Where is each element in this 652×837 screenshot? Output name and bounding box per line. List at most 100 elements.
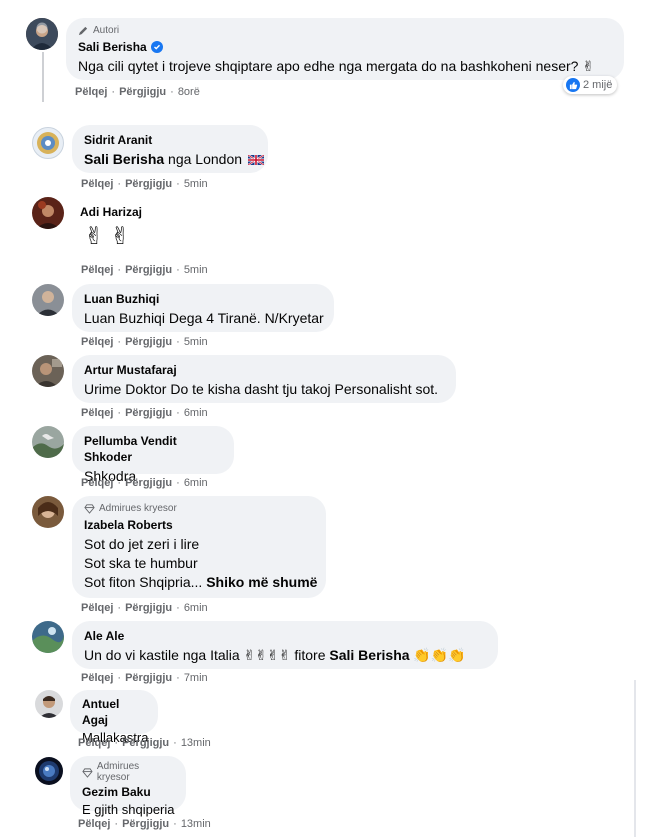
comment-text: Nga cili qytet i trojeve shqiptare apo e… (78, 58, 579, 74)
comment-text: Un do vi kastile nga Italia (84, 647, 240, 663)
avatar[interactable] (32, 426, 64, 458)
verified-icon (150, 41, 163, 53)
comment-text: nga London (164, 151, 243, 167)
like-button[interactable]: Pëlqej (81, 407, 113, 419)
comment-actions: Pëlqej · Përgjigju · 8orë (75, 86, 200, 98)
author-name[interactable]: Antuel Agaj (82, 696, 146, 728)
avatar[interactable] (32, 127, 64, 159)
comment-line: Sot do jet zeri i lire (84, 536, 200, 552)
timestamp[interactable]: 5min (184, 178, 208, 190)
author-name[interactable]: Sali Berisha (78, 39, 147, 55)
avatar[interactable] (35, 690, 63, 718)
timestamp[interactable]: 7min (184, 672, 208, 684)
clapping-hands-icon: 👏 (430, 647, 449, 663)
comment-actions: Pëlqej · Përgjigju · 5min (81, 178, 208, 190)
timestamp[interactable]: 5min (184, 336, 208, 348)
like-button[interactable]: Pëlqej (81, 672, 113, 684)
see-more-link[interactable]: Shiko më shumë (206, 574, 317, 590)
comment-text: Urime Doktor Do te kisha dasht tju takoj… (84, 381, 439, 397)
mention[interactable]: Sali Berisha (329, 647, 409, 663)
like-button[interactable]: Pëlqej (81, 477, 113, 489)
comment-bubble: Artur Mustafaraj Urime Doktor Do te kish… (72, 355, 456, 403)
timestamp[interactable]: 6min (184, 477, 208, 489)
comment-line: Sot ska te humbur (84, 555, 198, 571)
like-icon (566, 78, 580, 92)
thread-line (42, 52, 44, 102)
comment-bubble: Autori Sali Berisha Nga cili qytet i tro… (66, 18, 624, 80)
author-name[interactable]: Artur Mustafaraj (84, 362, 444, 378)
timestamp[interactable]: 6min (184, 407, 208, 419)
like-button[interactable]: Pëlqej (81, 178, 113, 190)
reply-button[interactable]: Përgjigju (125, 602, 172, 614)
author-name[interactable]: Gezim Baku (82, 784, 174, 800)
victory-hand-icon: ✌ (278, 647, 291, 663)
reply-button[interactable]: Përgjigju (125, 264, 172, 276)
avatar[interactable] (32, 355, 64, 387)
clapping-hands-icon: 👏 (448, 647, 466, 663)
comment-text: E gjith shqiperia (82, 802, 175, 817)
timestamp[interactable]: 13min (181, 818, 211, 830)
reply-button[interactable]: Përgjigju (125, 336, 172, 348)
victory-hand-icon: ✌ (243, 647, 256, 663)
reaction-count[interactable]: 2 mijë (563, 76, 618, 94)
reply-button[interactable]: Përgjigju (125, 407, 172, 419)
victory-hand-icon: ✌ (582, 58, 595, 74)
like-button[interactable]: Pëlqej (78, 818, 110, 830)
timestamp[interactable]: 13min (181, 737, 211, 749)
avatar[interactable] (32, 197, 64, 229)
comment-text: fitore (294, 647, 326, 663)
timestamp[interactable]: 8orë (178, 86, 200, 98)
like-button[interactable]: Pëlqej (81, 264, 113, 276)
comment-bubble: Sidrit Aranit Sali Berisha nga London (72, 125, 268, 173)
comment-bubble: Admirues kryesor Gezim Baku E gjith shqi… (70, 756, 186, 817)
uk-flag-icon (247, 155, 264, 166)
victory-hand-icon: ✌ (267, 647, 279, 663)
comment-actions: Pëlqej · Përgjigju · 5min (81, 264, 208, 276)
author-name[interactable]: Izabela Roberts (84, 517, 314, 533)
top-fan-badge: Admirues kryesor (84, 503, 314, 514)
victory-hand-icon: ✌ (84, 223, 105, 250)
comment-text: Luan Buzhiqi Dega 4 Tiranë. N/Kryetar (84, 310, 324, 326)
like-button[interactable]: Pëlqej (78, 737, 110, 749)
like-button[interactable]: Pëlqej (75, 86, 107, 98)
comment-actions: Pëlqej · Përgjigju · 6min (81, 477, 208, 489)
comment-bubble: Ale Ale Un do vi kastile nga Italia ✌✌✌✌… (72, 621, 498, 669)
like-button[interactable]: Pëlqej (81, 602, 113, 614)
author-badge: Autori (78, 25, 612, 36)
timestamp[interactable]: 6min (184, 602, 208, 614)
author-name[interactable]: Adi Harizaj (80, 204, 142, 220)
comment-actions: Pëlqej · Përgjigju · 6min (81, 407, 208, 419)
scroll-track (634, 680, 636, 837)
avatar[interactable] (32, 284, 64, 316)
comment-line: Sot fiton Shqipria... (84, 574, 203, 590)
author-name[interactable]: Pellumba Vendit Shkoder (84, 433, 222, 465)
avatar[interactable] (32, 496, 64, 528)
reply-button[interactable]: Përgjigju (122, 737, 169, 749)
avatar[interactable] (26, 18, 58, 50)
comment-actions: Pëlqej · Përgjigju · 13min (78, 737, 211, 749)
reply-button[interactable]: Përgjigju (125, 477, 172, 489)
reply-button[interactable]: Përgjigju (122, 818, 169, 830)
victory-hand-icon: ✌ (255, 647, 267, 663)
emoji-content: ✌ ✌ (84, 222, 130, 251)
author-name[interactable]: Sidrit Aranit (84, 132, 256, 148)
reply-button[interactable]: Përgjigju (125, 672, 172, 684)
comment-actions: Pëlqej · Përgjigju · 5min (81, 336, 208, 348)
clapping-hands-icon: 👏 (413, 647, 431, 663)
comment-actions: Pëlqej · Përgjigju · 7min (81, 672, 208, 684)
timestamp[interactable]: 5min (184, 264, 208, 276)
comment-actions: Pëlqej · Përgjigju · 13min (78, 818, 211, 830)
comment-bubble: Pellumba Vendit Shkoder Shkodra (72, 426, 234, 484)
author-name[interactable]: Ale Ale (84, 628, 486, 644)
avatar[interactable] (32, 621, 64, 653)
like-button[interactable]: Pëlqej (81, 336, 113, 348)
author-name[interactable]: Luan Buzhiqi (84, 291, 322, 307)
avatar[interactable] (35, 757, 63, 785)
victory-hand-icon: ✌ (110, 223, 131, 250)
reply-button[interactable]: Përgjigju (119, 86, 166, 98)
pencil-icon (78, 26, 88, 36)
diamond-icon (82, 767, 93, 778)
comment-bubble: Luan Buzhiqi Luan Buzhiqi Dega 4 Tiranë.… (72, 284, 334, 332)
mention[interactable]: Sali Berisha (84, 151, 164, 167)
reply-button[interactable]: Përgjigju (125, 178, 172, 190)
